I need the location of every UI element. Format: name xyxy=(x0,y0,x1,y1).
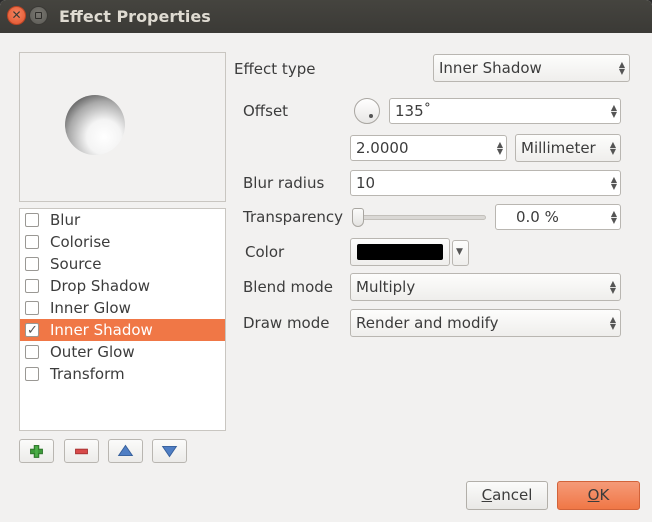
cancel-label: Cancel xyxy=(481,486,533,504)
titlebar: ✕ Effect Properties xyxy=(0,0,652,33)
dial-indicator xyxy=(369,114,373,118)
effect-list-item[interactable]: Outer Glow xyxy=(20,341,225,363)
color-swatch xyxy=(357,244,443,260)
effect-label: Outer Glow xyxy=(50,343,135,361)
effect-list-item[interactable]: Colorise xyxy=(20,231,225,253)
offset-unit-value: Millimeter xyxy=(521,139,596,157)
minus-icon xyxy=(75,448,88,455)
effect-checkbox[interactable] xyxy=(25,213,39,227)
effect-type-select[interactable]: Inner Shadow ▲ ▼ xyxy=(433,54,630,82)
arrow-up-icon xyxy=(117,444,134,457)
transparency-value: 0.0 % xyxy=(516,208,559,226)
remove-effect-button[interactable] xyxy=(64,439,99,463)
effect-preview xyxy=(19,52,226,202)
spin-arrows-icon: ▲ ▼ xyxy=(610,209,617,225)
effect-checkbox[interactable] xyxy=(25,301,39,315)
effects-list[interactable]: Blur Colorise Source Drop Shadow Inner Glow ✓… xyxy=(19,208,226,431)
updown-icon: ▲ ▼ xyxy=(609,315,616,331)
effect-checkbox[interactable] xyxy=(25,235,39,249)
transparency-label: Transparency xyxy=(243,208,344,226)
window-icon xyxy=(35,12,42,19)
effect-label: Inner Glow xyxy=(50,299,131,317)
effect-properties-window: ✕ Effect Properties Blur Colorise Source Dr… xyxy=(0,0,652,522)
blur-radius-spinbox[interactable]: 10 ▲ ▼ xyxy=(350,170,621,196)
effect-checkbox[interactable] xyxy=(25,367,39,381)
offset-label: Offset xyxy=(243,102,289,120)
blur-radius-value: 10 xyxy=(356,174,376,192)
transparency-spinbox[interactable]: 0.0 % ▲ ▼ xyxy=(495,204,621,230)
effect-type-value: Inner Shadow xyxy=(439,59,542,77)
effect-list-item[interactable]: Transform xyxy=(20,363,225,385)
blend-mode-value: Multiply xyxy=(356,278,416,296)
updown-icon: ▲ ▼ xyxy=(618,60,625,76)
move-up-button[interactable] xyxy=(108,439,143,463)
effect-list-item[interactable]: ✓ Inner Shadow xyxy=(20,319,225,341)
offset-unit-select[interactable]: Millimeter ▲ ▼ xyxy=(515,134,621,162)
color-label: Color xyxy=(245,243,285,261)
spin-arrows-icon: ▲ ▼ xyxy=(496,140,503,156)
transparency-slider-handle[interactable] xyxy=(352,208,364,227)
color-menu-button[interactable]: ▼ xyxy=(452,240,469,266)
close-button[interactable]: ✕ xyxy=(7,6,26,25)
ok-label: OK xyxy=(587,486,610,504)
effect-list-item[interactable]: Source xyxy=(20,253,225,275)
cancel-button[interactable]: Cancel xyxy=(466,481,548,510)
effect-checkbox[interactable] xyxy=(25,345,39,359)
updown-icon: ▲ ▼ xyxy=(609,279,616,295)
effect-type-label: Effect type xyxy=(234,60,316,78)
offset-distance-value: 2.0000 xyxy=(356,139,409,157)
window-title: Effect Properties xyxy=(59,7,211,26)
updown-icon: ▲ ▼ xyxy=(609,140,616,156)
close-icon: ✕ xyxy=(11,8,22,22)
effect-label: Colorise xyxy=(50,233,111,251)
spin-arrows-icon: ▲ ▼ xyxy=(610,103,617,119)
arrow-down-icon xyxy=(161,445,178,458)
draw-mode-select[interactable]: Render and modify ▲ ▼ xyxy=(350,309,621,337)
effect-list-item[interactable]: Inner Glow xyxy=(20,297,225,319)
effect-checkbox[interactable] xyxy=(25,257,39,271)
preview-sphere xyxy=(65,95,125,155)
color-button[interactable] xyxy=(350,238,450,266)
effect-checkbox[interactable]: ✓ xyxy=(25,323,39,338)
effect-checkbox[interactable] xyxy=(25,279,39,293)
spin-arrows-icon: ▲ ▼ xyxy=(610,175,617,191)
minimize-button[interactable] xyxy=(29,6,48,25)
blend-mode-select[interactable]: Multiply ▲ ▼ xyxy=(350,273,621,301)
ok-button[interactable]: OK xyxy=(557,481,640,510)
offset-angle-dial[interactable] xyxy=(354,98,380,124)
blend-mode-label: Blend mode xyxy=(243,278,334,296)
plus-icon xyxy=(30,445,43,458)
effect-label: Transform xyxy=(50,365,125,383)
effect-list-item[interactable]: Blur xyxy=(20,209,225,231)
chevron-down-icon: ▼ xyxy=(456,247,463,257)
offset-distance-spinbox[interactable]: 2.0000 ▲ ▼ xyxy=(350,135,507,161)
add-effect-button[interactable] xyxy=(19,439,54,463)
move-down-button[interactable] xyxy=(152,439,187,463)
offset-angle-spinbox[interactable]: 135˚ ▲ ▼ xyxy=(389,98,621,124)
draw-mode-label: Draw mode xyxy=(243,314,330,332)
effect-label: Drop Shadow xyxy=(50,277,151,295)
effect-label: Inner Shadow xyxy=(50,321,153,339)
offset-angle-value: 135˚ xyxy=(395,102,432,120)
effect-label: Source xyxy=(50,255,102,273)
effect-list-item[interactable]: Drop Shadow xyxy=(20,275,225,297)
blur-radius-label: Blur radius xyxy=(243,174,325,192)
transparency-slider-track[interactable] xyxy=(355,215,486,220)
checkmark-icon: ✓ xyxy=(27,323,38,338)
effect-label: Blur xyxy=(50,211,81,229)
draw-mode-value: Render and modify xyxy=(356,314,499,332)
